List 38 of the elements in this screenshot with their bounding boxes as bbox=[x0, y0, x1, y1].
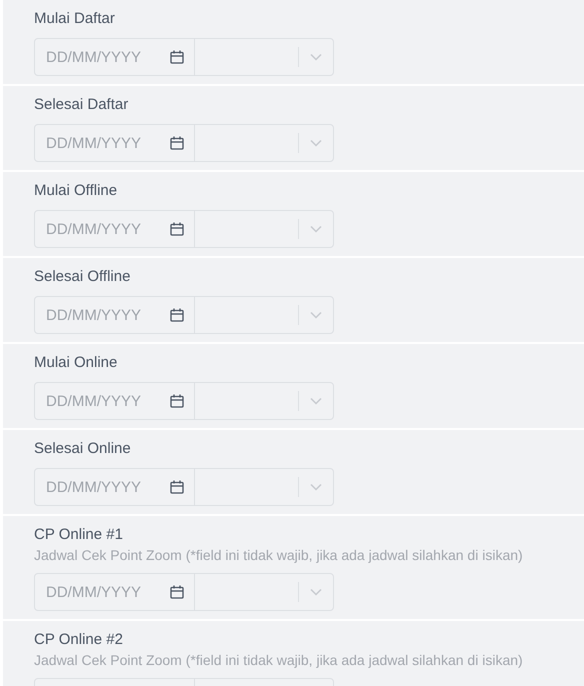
field-label: Selesai Online bbox=[34, 439, 132, 459]
field-label: CP Online #2 bbox=[34, 630, 124, 650]
calendar-icon[interactable] bbox=[170, 50, 184, 64]
calendar-icon[interactable] bbox=[170, 394, 184, 408]
chevron-down-icon[interactable] bbox=[310, 225, 322, 233]
field-label: Selesai Daftar bbox=[34, 95, 130, 115]
date-input[interactable]: DD/MM/YYYY bbox=[46, 478, 166, 496]
field-hint: Jadwal Cek Point Zoom (*field ini tidak wajib, jika ada jadwal silahkan di isikan) bbox=[34, 651, 524, 670]
date-input[interactable]: DD/MM/YYYY bbox=[46, 306, 166, 324]
date-input[interactable]: DD/MM/YYYY bbox=[46, 48, 166, 66]
datetime-field[interactable]: DD/MM/YYYY bbox=[34, 296, 334, 334]
calendar-icon[interactable] bbox=[170, 222, 184, 236]
datetime-field[interactable]: DD/MM/YYYY bbox=[34, 210, 334, 248]
field-label: Mulai Offline bbox=[34, 181, 118, 201]
chevron-down-icon[interactable] bbox=[310, 53, 322, 61]
datetime-field[interactable]: DD/MM/YYYY bbox=[34, 124, 334, 162]
calendar-icon[interactable] bbox=[170, 308, 184, 322]
calendar-icon[interactable] bbox=[170, 480, 184, 494]
calendar-icon[interactable] bbox=[170, 585, 184, 599]
field-label: Mulai Online bbox=[34, 353, 118, 373]
field-label: Mulai Daftar bbox=[34, 9, 116, 29]
datetime-field[interactable]: DD/MM/YYYY bbox=[34, 573, 334, 611]
field-hint: Jadwal Cek Point Zoom (*field ini tidak wajib, jika ada jadwal silahkan di isikan) bbox=[34, 546, 524, 565]
chevron-down-icon[interactable] bbox=[310, 139, 322, 147]
date-input[interactable]: DD/MM/YYYY bbox=[46, 584, 166, 600]
datetime-field[interactable]: DD/MM/YYYY bbox=[34, 468, 334, 506]
chevron-down-icon[interactable] bbox=[310, 588, 322, 596]
chevron-down-icon[interactable] bbox=[310, 483, 322, 491]
chevron-down-icon[interactable] bbox=[310, 311, 322, 319]
date-input[interactable]: DD/MM/YYYY bbox=[46, 134, 166, 152]
datetime-field[interactable]: DD/MM/YYYY bbox=[34, 38, 334, 76]
chevron-down-icon[interactable] bbox=[310, 397, 322, 405]
field-label: Selesai Offline bbox=[34, 267, 132, 287]
date-input[interactable]: DD/MM/YYYY bbox=[46, 220, 166, 238]
datetime-field[interactable]: DD/MM/YYYY bbox=[34, 382, 334, 420]
field-label: CP Online #1 bbox=[34, 525, 124, 545]
date-input[interactable]: DD/MM/YYYY bbox=[46, 392, 166, 410]
calendar-icon[interactable] bbox=[170, 136, 184, 150]
